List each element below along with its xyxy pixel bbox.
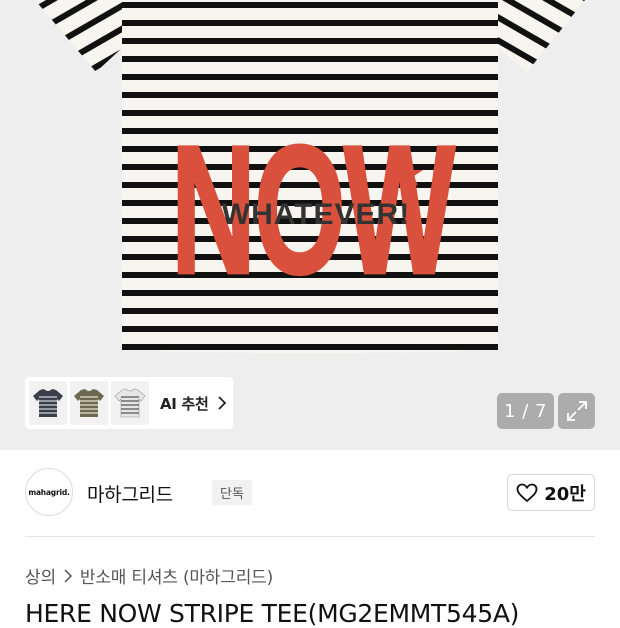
ai-recommend-button[interactable]: AI 추천: [25, 377, 233, 429]
left-sleeve: [35, 0, 122, 72]
expand-icon: [566, 401, 587, 421]
recommend-thumb-grey[interactable]: [111, 381, 149, 425]
brand-name-link[interactable]: 마하그리드: [87, 480, 173, 507]
product-title: HERE NOW STRIPE TEE(MG2EMMT545A): [25, 599, 520, 628]
breadcrumb: 상의 반소매 티셔츠 (마하그리드): [25, 563, 273, 588]
recommend-thumb-khaki[interactable]: [70, 381, 108, 425]
right-sleeve: [498, 0, 585, 72]
chevron-right-icon: [217, 396, 226, 410]
breadcrumb-item-subcategory[interactable]: 반소매 티셔츠 (마하그리드): [80, 563, 273, 588]
tshirt-icon: [33, 389, 63, 417]
brand-row: mahagrid. 마하그리드 단독 20만: [25, 467, 595, 519]
print-subtext: WHATEVER!: [222, 198, 410, 231]
tshirt-icon: [114, 388, 146, 418]
expand-image-button[interactable]: [558, 393, 595, 429]
tshirt-icon: [74, 389, 104, 417]
heart-icon: [516, 483, 538, 502]
breadcrumb-item-category[interactable]: 상의: [25, 563, 56, 588]
ai-recommend-label: AI 추천: [160, 394, 209, 413]
like-button[interactable]: 20만: [507, 474, 595, 511]
recommend-thumb-navy[interactable]: [29, 381, 67, 425]
exclusive-badge: 단독: [212, 480, 252, 505]
brand-logo-text: mahagrid.: [28, 487, 70, 497]
divider: [25, 536, 595, 537]
brand-logo[interactable]: mahagrid.: [25, 468, 73, 516]
like-count: 20만: [544, 483, 586, 505]
chevron-right-icon: [64, 568, 72, 583]
product-image-gallery[interactable]: NOW WHATEVER! AI 추천 1 / 7: [0, 0, 620, 450]
image-page-counter: 1 / 7: [497, 393, 554, 429]
